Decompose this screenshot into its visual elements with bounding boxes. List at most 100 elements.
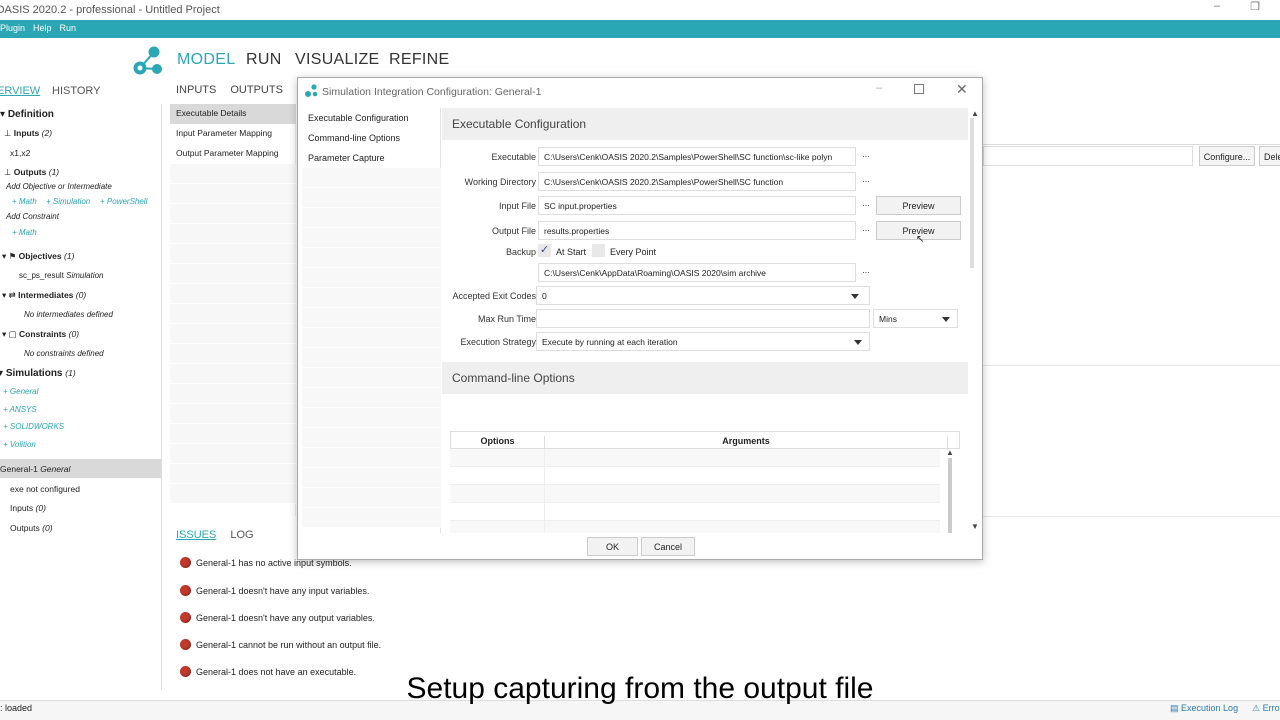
maximize-icon[interactable] (914, 84, 924, 94)
browse-working-dir-button[interactable]: ... (859, 172, 873, 191)
add-general-link[interactable]: + General (3, 387, 38, 396)
close-icon[interactable]: ✕ (956, 81, 968, 98)
mouse-cursor-icon: ↖ (916, 234, 925, 245)
list-item-executable-details[interactable]: Executable Details (170, 104, 296, 124)
nav-row (302, 468, 441, 488)
working-dir-field[interactable]: C:\Users\Cenk\OASIS 2020.2\Samples\Power… (538, 172, 856, 191)
cancel-button[interactable]: Cancel (641, 537, 695, 556)
list-row (170, 164, 296, 184)
minimize-icon[interactable]: – (876, 82, 882, 94)
add-math-link[interactable]: + Math (12, 197, 37, 206)
dialog-nav: Executable Configuration Command-line Op… (302, 108, 441, 533)
inputs-node[interactable]: ⊥ Inputs (2) (4, 128, 52, 139)
add-objective-label: Add Objective or Intermediate (6, 182, 112, 191)
objective-item[interactable]: sc_ps_result Simulation (19, 271, 104, 280)
list-row (170, 344, 296, 364)
backup-at-start-checkbox[interactable]: ✓ (538, 244, 551, 257)
error-icon (180, 639, 191, 650)
error-icon (180, 557, 191, 568)
tab-history[interactable]: HISTORY (52, 85, 101, 97)
nav-row (302, 268, 441, 288)
issue-item: General-1 doesn't have any output variab… (180, 612, 375, 623)
outputs-icon: ⊥ (4, 167, 12, 177)
scroll-down-icon[interactable]: ▼ (971, 522, 979, 531)
nav-row (302, 308, 441, 328)
sim-inputs[interactable]: Inputs (0) (10, 503, 46, 513)
right-divider (983, 516, 1280, 517)
menu-help[interactable]: Help (33, 23, 52, 38)
tab-outputs[interactable]: OUTPUTS (230, 84, 283, 96)
nav-visualize[interactable]: VISUALIZE (295, 51, 380, 69)
simulations-title[interactable]: ▾ Simulations (1) (0, 368, 76, 379)
tab-issues[interactable]: ISSUES (176, 529, 216, 541)
add-powershell-link[interactable]: + PowerShell (100, 197, 147, 206)
chevron-down-icon (942, 317, 950, 322)
tab-inputs[interactable]: INPUTS (176, 84, 216, 96)
nav-row (302, 388, 441, 408)
ok-button[interactable]: OK (587, 537, 638, 556)
browse-output-file-button[interactable]: ... (859, 221, 873, 240)
list-item-output-mapping[interactable]: Output Parameter Mapping (170, 144, 296, 164)
add-constraint-math-link[interactable]: + Math (12, 228, 37, 237)
preview-input-button[interactable]: Preview (876, 196, 961, 215)
col-arguments: Arguments (545, 436, 948, 450)
menu-plugin[interactable]: Plugin (0, 23, 25, 38)
intermediates-node[interactable]: ▾ ⇄ Intermediates (0) (2, 290, 86, 301)
browse-input-file-button[interactable]: ... (859, 196, 873, 215)
nav-row (302, 408, 441, 428)
delete-button[interactable]: Dele (1259, 146, 1280, 166)
add-simulation-link[interactable]: + Simulation (46, 197, 90, 206)
menu-bar: Plugin Help Run (0, 20, 1280, 38)
issue-item: General-1 cannot be run without an outpu… (180, 639, 381, 650)
add-volition-link[interactable]: + Volition (3, 440, 36, 449)
options-table-header: Options Arguments (450, 431, 960, 450)
nav-row (302, 348, 441, 368)
max-run-field[interactable] (536, 309, 870, 328)
scroll-up-icon[interactable]: ▲ (971, 109, 979, 118)
table-scroll-up-icon[interactable]: ▲ (946, 448, 954, 457)
nav-row (302, 228, 441, 248)
issue-item: General-1 doesn't have any input variabl… (180, 585, 369, 596)
tab-log[interactable]: LOG (230, 529, 253, 541)
strategy-select[interactable]: Execute by running at each iteration (536, 332, 870, 351)
executable-field[interactable]: C:\Users\Cenk\OASIS 2020.2\Samples\Power… (538, 147, 856, 166)
strategy-label: Execution Strategy (460, 337, 536, 347)
list-item-input-mapping[interactable]: Input Parameter Mapping (170, 124, 296, 144)
definition-title[interactable]: ▾ Definition (0, 109, 54, 120)
output-file-field[interactable]: results.properties (538, 221, 856, 240)
minimize-button[interactable]: – (1214, 0, 1220, 20)
right-divider (983, 144, 1280, 145)
objectives-node[interactable]: ▾ ⚑ Objectives (1) (2, 251, 74, 262)
menu-run[interactable]: Run (60, 23, 77, 38)
nav-command-line-options[interactable]: Command-line Options (302, 128, 441, 148)
backup-every-point-checkbox[interactable] (592, 244, 605, 257)
configure-button[interactable]: Configure... (1199, 146, 1255, 166)
add-solidworks-link[interactable]: + SOLIDWORKS (3, 422, 64, 431)
sim-outputs[interactable]: Outputs (0) (10, 523, 53, 533)
nav-refine[interactable]: REFINE (389, 51, 449, 69)
constraints-node[interactable]: ▾ ▢ Constraints (0) (2, 329, 79, 340)
inputs-vars: x1,x2 (10, 148, 31, 158)
add-ansys-link[interactable]: + ANSYS (3, 405, 37, 414)
nav-model[interactable]: MODEL (177, 51, 235, 69)
video-subtitle: Setup capturing from the output file (406, 672, 874, 705)
table-scrollbar[interactable] (948, 458, 952, 533)
nav-row (302, 248, 441, 268)
restore-button[interactable]: ❐ (1250, 0, 1260, 20)
selected-simulation-row[interactable]: General-1 General (0, 459, 161, 478)
exit-codes-select[interactable]: 0 (536, 286, 870, 305)
browse-executable-button[interactable]: ... (859, 147, 873, 166)
outputs-node[interactable]: ⊥ Outputs (1) (4, 167, 59, 178)
browse-backup-button[interactable]: ... (859, 263, 873, 282)
input-file-field[interactable]: SC input.properties (538, 196, 856, 215)
nav-row (302, 428, 441, 448)
nav-parameter-capture[interactable]: Parameter Capture (302, 148, 441, 168)
backup-path-field[interactable]: C:\Users\Cenk\AppData\Roaming\OASIS 2020… (538, 263, 856, 282)
nav-executable-configuration[interactable]: Executable Configuration (302, 108, 441, 128)
executable-summary-field[interactable] (983, 146, 1193, 166)
nav-run[interactable]: RUN (246, 51, 282, 69)
add-constraint-label: Add Constraint (6, 212, 59, 221)
tab-overview[interactable]: ERVIEW (0, 85, 40, 97)
dialog-scrollbar[interactable] (970, 118, 974, 268)
error-icon (180, 612, 191, 623)
